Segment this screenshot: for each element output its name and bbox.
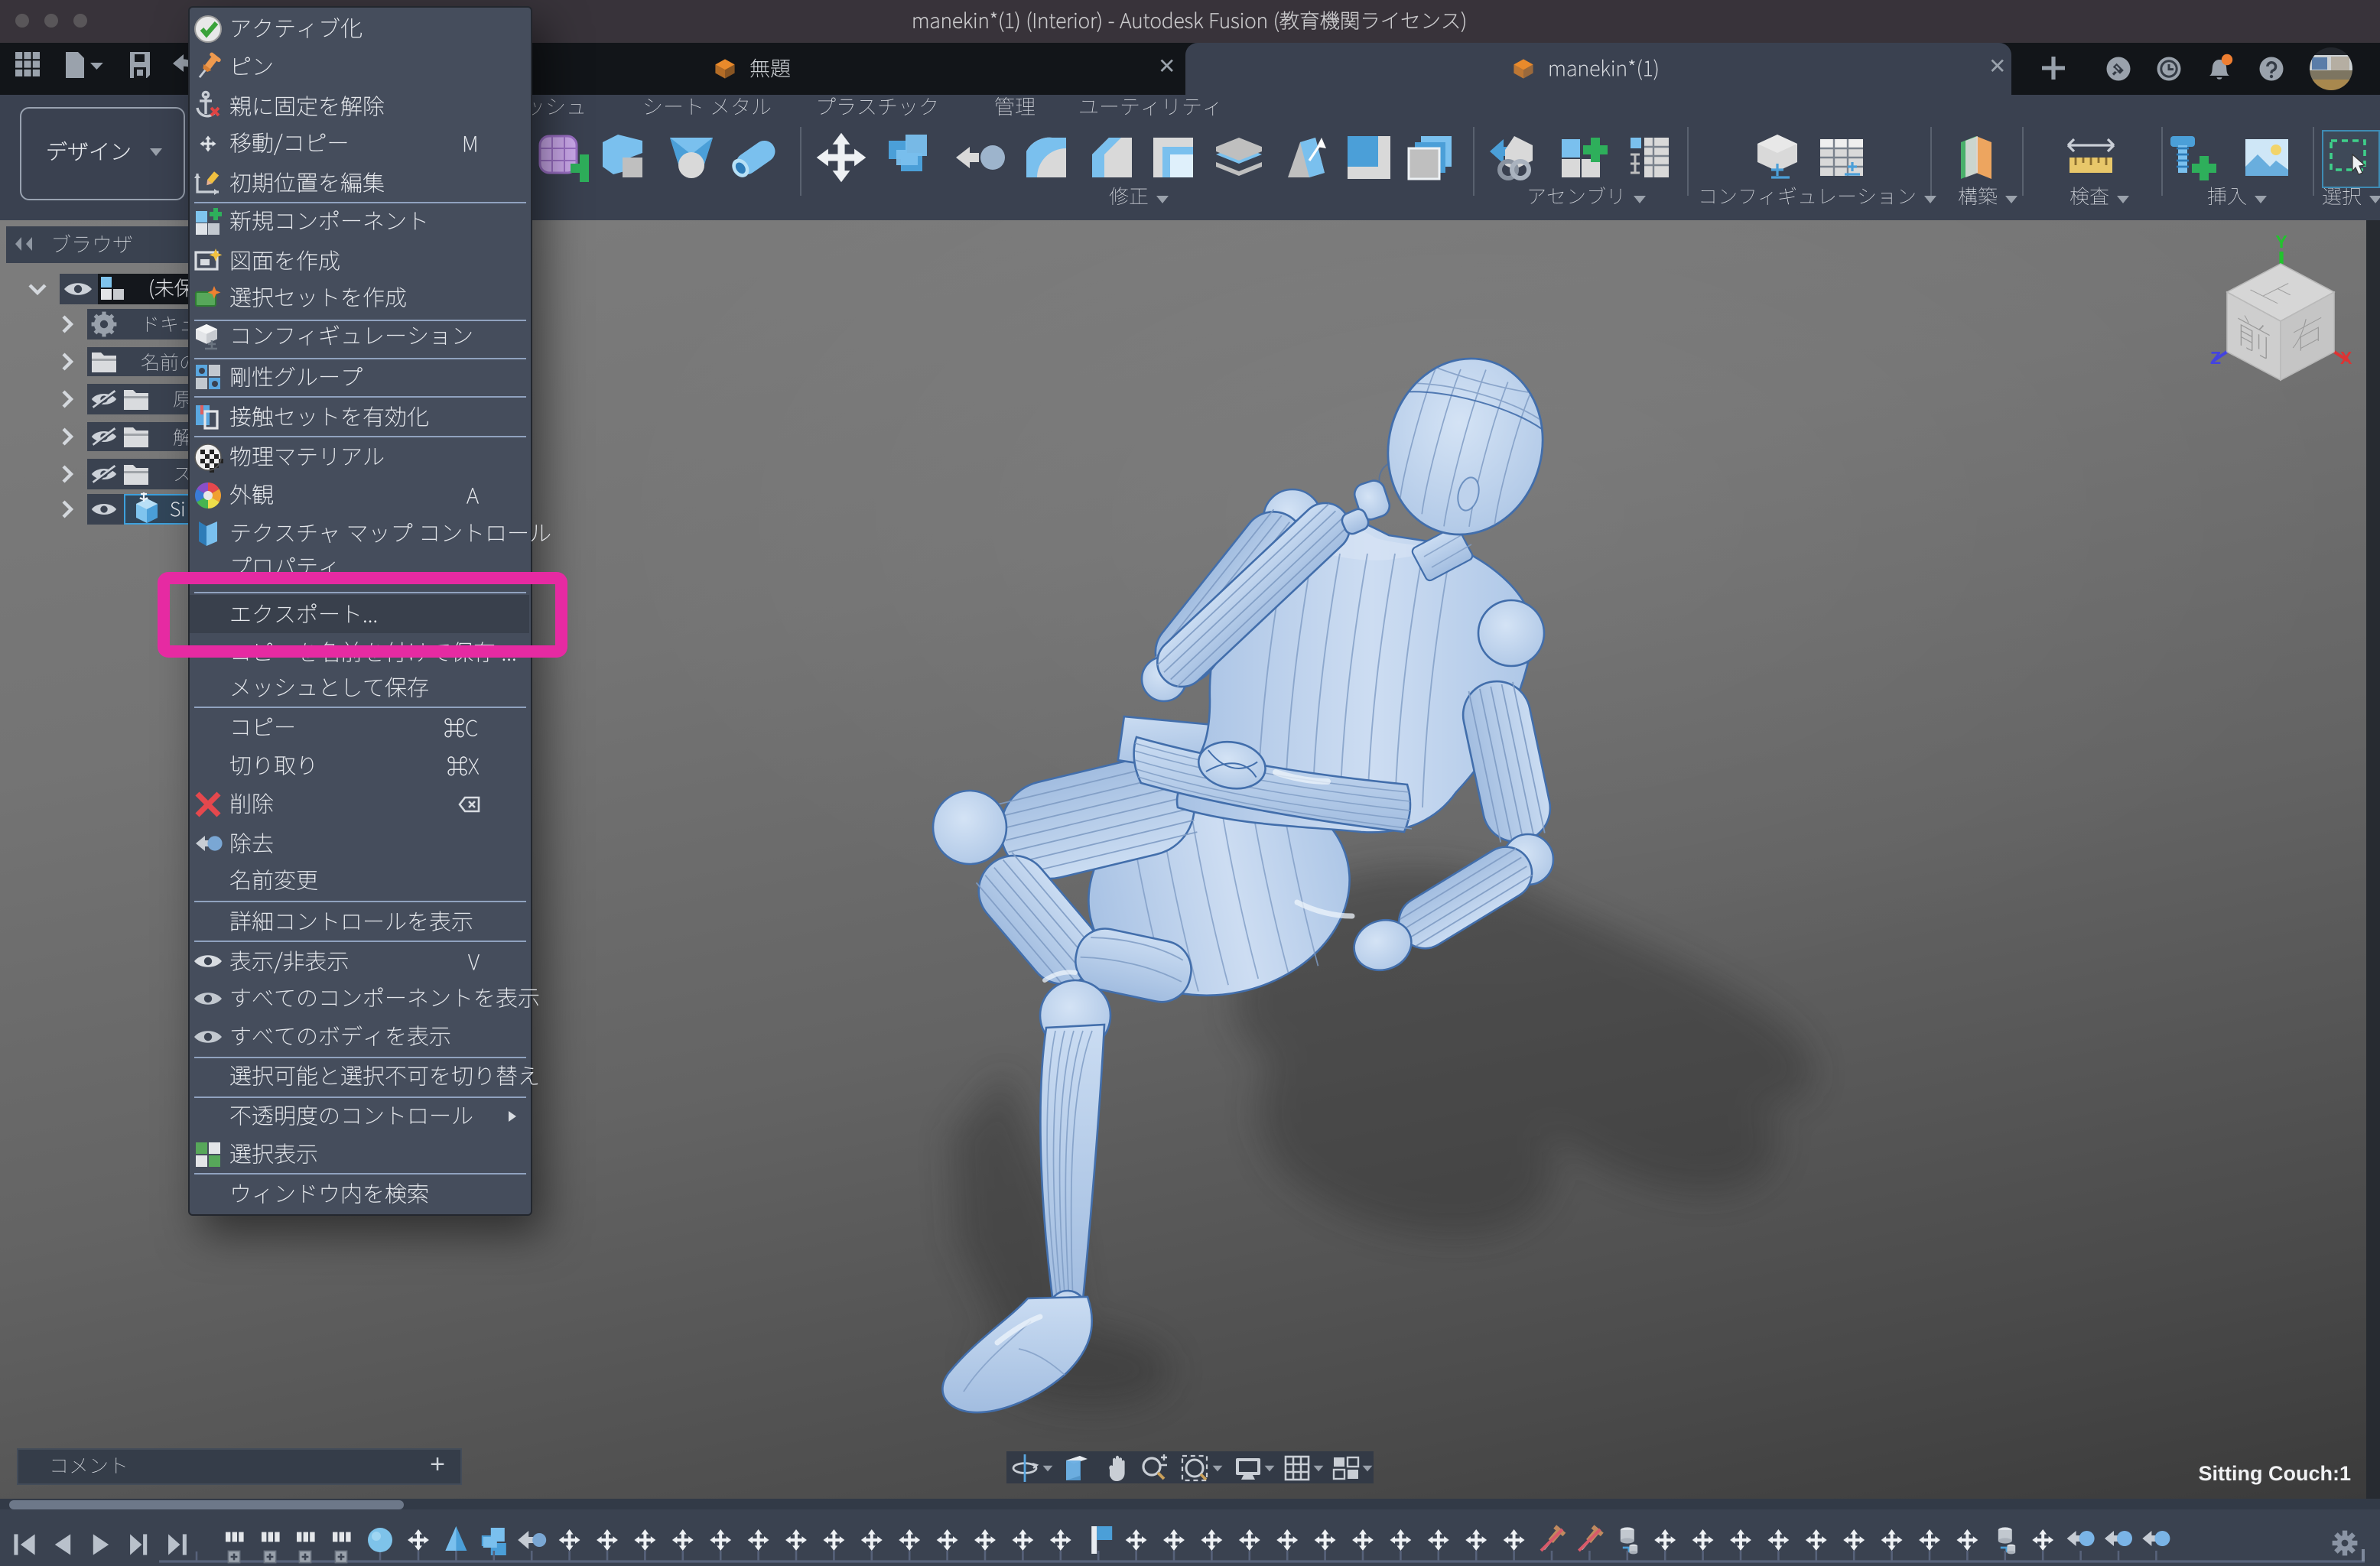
svg-text:X: X [2340,348,2352,368]
svg-text:Z: Z [2210,348,2221,368]
svg-text:Y: Y [2275,232,2287,252]
